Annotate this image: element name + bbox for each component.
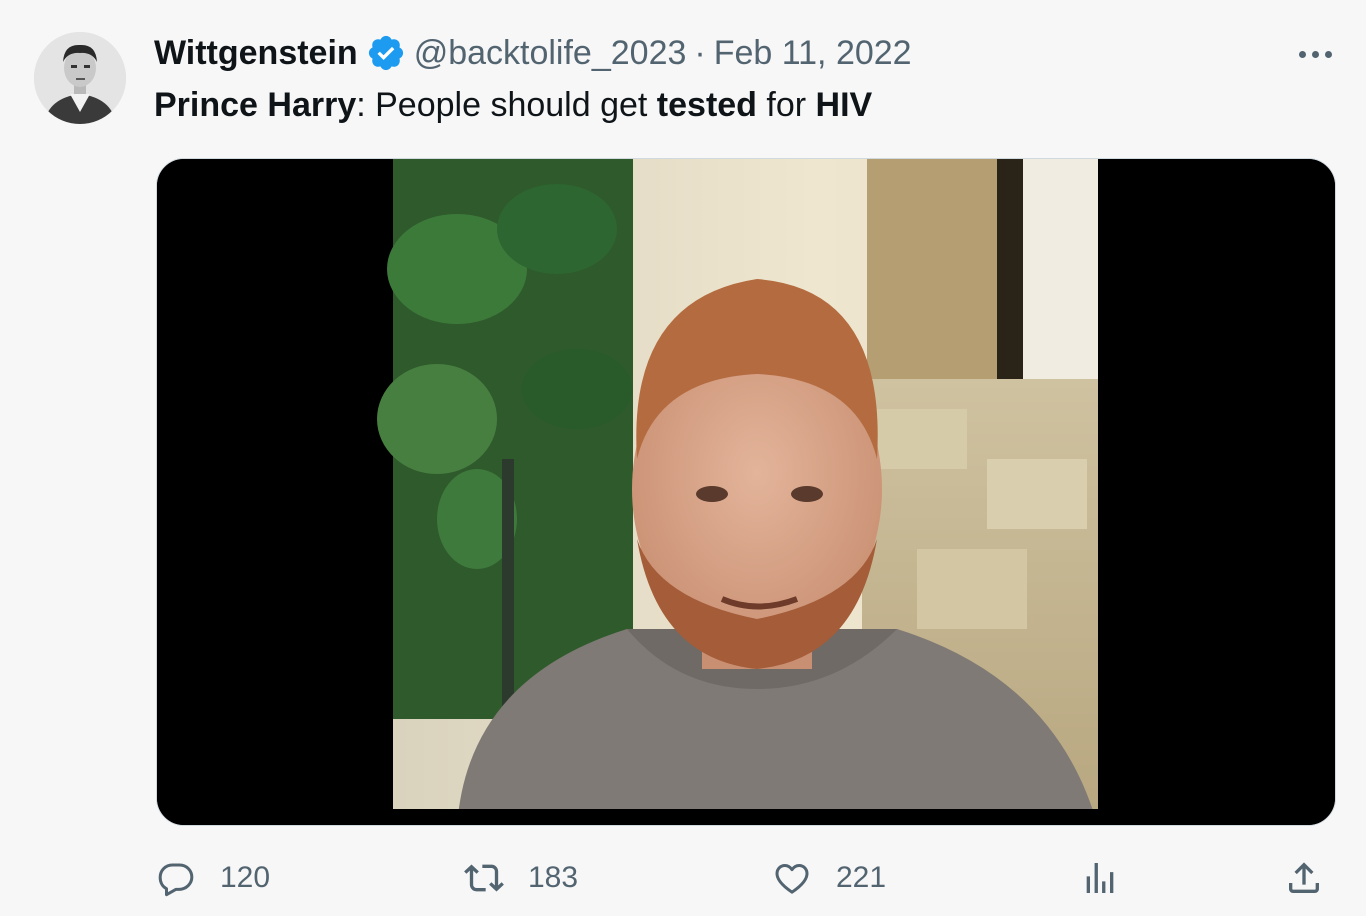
verified-badge-icon [366,33,406,73]
tweet-card[interactable]: Wittgenstein @backtolife_2023 · Feb 11, … [0,0,1366,916]
tweet-text: Prince Harry: People should get tested f… [154,82,872,128]
video-player[interactable] [156,158,1336,826]
heart-icon [770,856,814,900]
like-count: 221 [836,861,887,894]
more-horizontal-icon [1298,50,1306,58]
reply-icon [154,856,198,900]
avatar[interactable] [34,32,126,124]
avatar-portrait [34,32,126,124]
more-options-button[interactable] [1292,36,1338,72]
action-bar: 120 183 221 [0,848,1366,908]
retweet-icon [462,856,506,900]
tweet-text-span: : People should get [356,86,657,124]
share-button[interactable] [1282,848,1326,908]
tweet-date[interactable]: Feb 11, 2022 [714,30,912,76]
like-button[interactable]: 221 [770,848,886,908]
tweet-text-span: for [756,86,816,124]
views-button[interactable] [1078,848,1122,908]
more-horizontal-icon [1324,50,1332,58]
author-handle[interactable]: @backtolife_2023 [414,30,687,76]
author-name[interactable]: Wittgenstein [154,30,358,76]
analytics-icon [1078,856,1122,900]
retweet-button[interactable]: 183 [462,848,578,908]
video-frame [157,159,1335,825]
reply-count: 120 [220,861,271,894]
separator-dot: · [694,34,706,72]
more-horizontal-icon [1311,50,1319,58]
tweet-text-bold: tested [656,86,757,124]
video-content [377,159,1098,825]
tweet-text-bold: Prince Harry [154,86,357,124]
tweet-header: Wittgenstein @backtolife_2023 · Feb 11, … [154,30,912,76]
retweet-count: 183 [528,861,579,894]
share-icon [1282,856,1326,900]
tweet-text-bold: HIV [815,86,873,124]
reply-button[interactable]: 120 [154,848,270,908]
